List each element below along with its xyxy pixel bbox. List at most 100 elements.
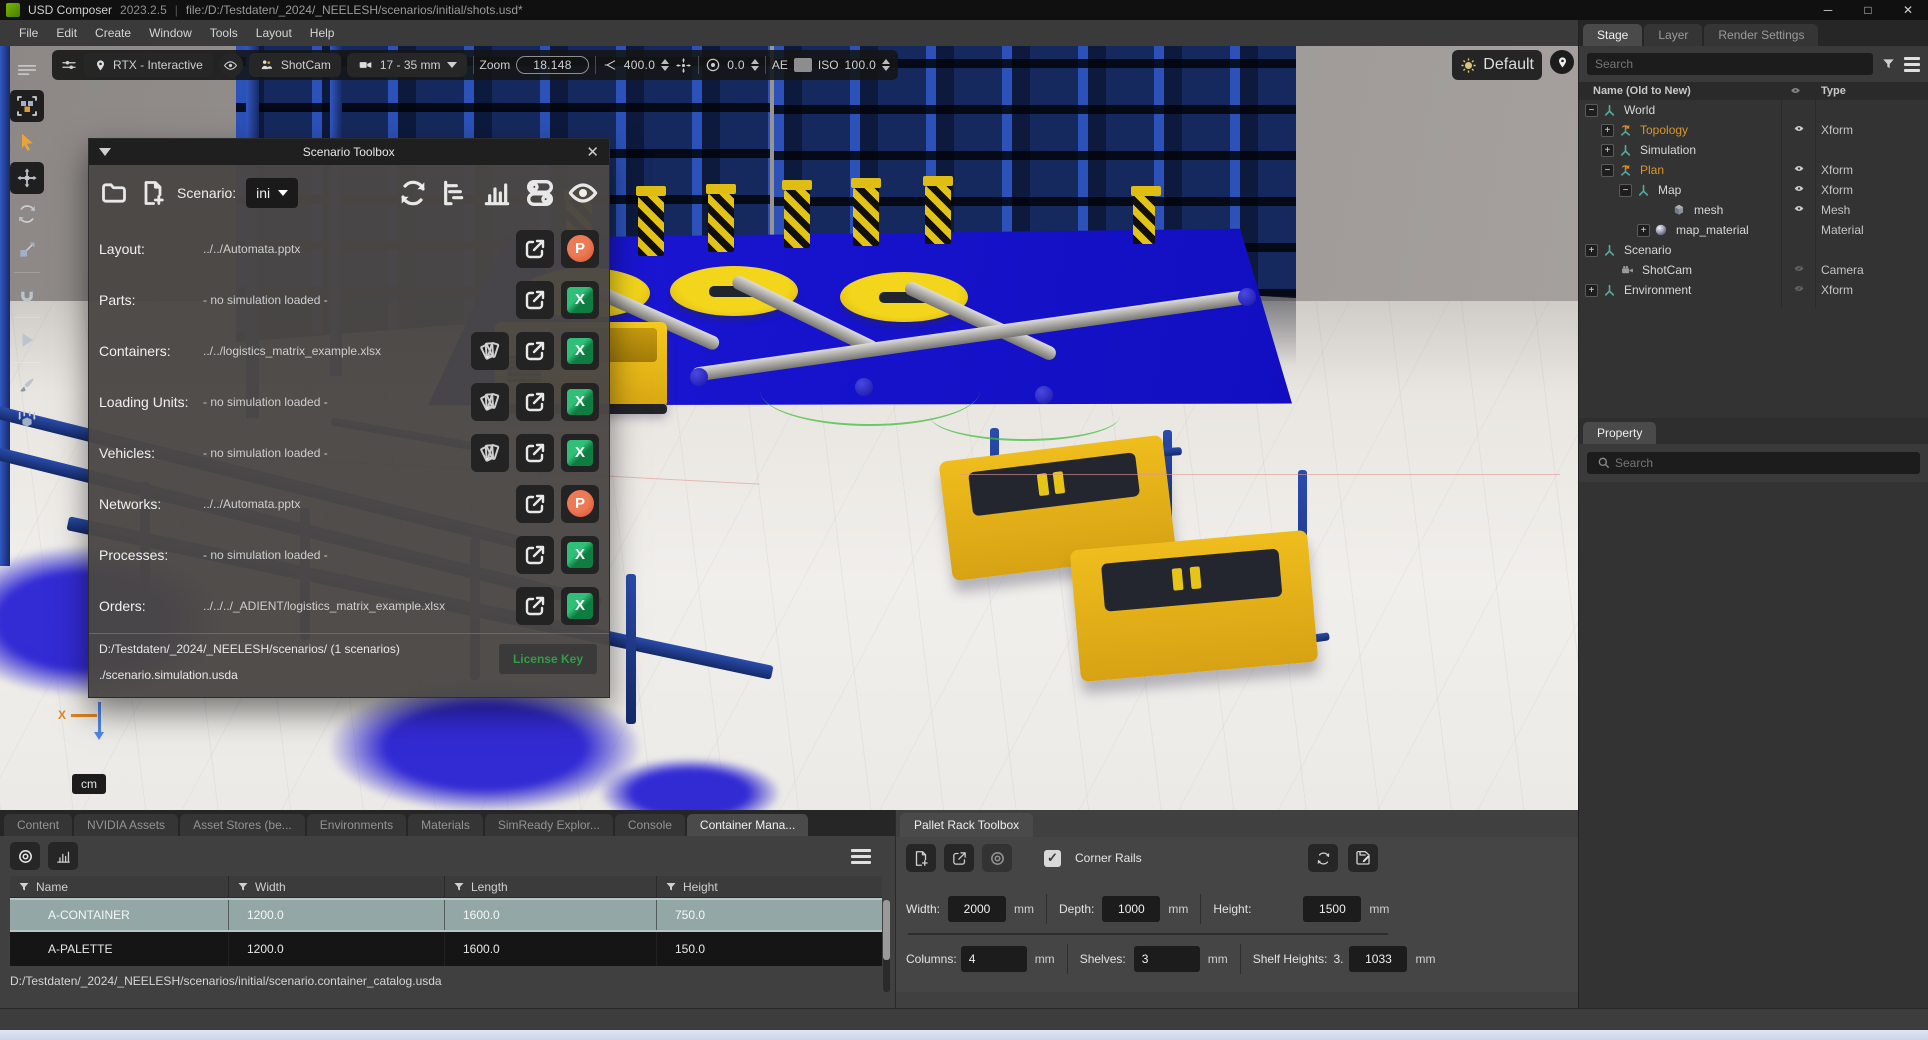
shutter-stepper[interactable]	[661, 59, 669, 71]
statistics-button[interactable]	[481, 177, 513, 209]
catalog-cards-button[interactable]	[471, 434, 509, 472]
viewport-menu-icon[interactable]	[10, 54, 44, 86]
tab-stage[interactable]: Stage	[1583, 24, 1642, 46]
open-external-button[interactable]	[516, 281, 554, 319]
focus-icon[interactable]	[675, 57, 692, 74]
camera-selector[interactable]: ShotCam	[249, 53, 341, 77]
iso-stepper[interactable]	[882, 59, 890, 71]
tree-row-topology[interactable]: + Topology Xform	[1579, 120, 1928, 140]
open-external-button[interactable]	[516, 434, 554, 472]
snap-tool[interactable]	[10, 279, 44, 311]
menu-edit[interactable]: Edit	[47, 26, 86, 40]
catalog-cards-button[interactable]	[471, 383, 509, 421]
menu-file[interactable]: File	[10, 26, 47, 40]
column-visibility-eye-icon[interactable]	[1789, 85, 1802, 99]
lens-selector[interactable]: 17 - 35 mm	[347, 53, 467, 77]
eye-visible-icon[interactable]	[1785, 203, 1813, 217]
columns-input[interactable]	[961, 946, 1027, 972]
viewport-pin-icon[interactable]	[1550, 50, 1574, 74]
tab-property[interactable]: Property	[1583, 422, 1656, 444]
open-external-button[interactable]	[516, 587, 554, 625]
header-height[interactable]: Height	[656, 876, 882, 897]
expander-icon[interactable]: −	[1601, 164, 1614, 177]
open-external-button[interactable]	[516, 332, 554, 370]
eye-visible-icon[interactable]	[1785, 163, 1813, 177]
table-scrollbar[interactable]	[883, 900, 890, 992]
tree-row-shotcam[interactable]: ShotCam Camera	[1579, 260, 1928, 280]
tab-container-manager[interactable]: Container Mana...	[687, 814, 808, 836]
close-icon[interactable]: ✕	[586, 143, 599, 161]
ae-toggle[interactable]	[794, 58, 812, 72]
minimize-button[interactable]: ─	[1808, 0, 1848, 20]
column-name[interactable]: Name (Old to New)	[1593, 85, 1691, 97]
menu-layout[interactable]: Layout	[247, 26, 301, 40]
table-row-a-container[interactable]: A-CONTAINER 1200.0 1600.0 750.0	[10, 898, 882, 932]
tab-console[interactable]: Console	[615, 814, 685, 836]
scale-tool[interactable]	[10, 234, 44, 266]
new-rack-button[interactable]	[906, 844, 936, 872]
tab-asset-stores[interactable]: Asset Stores (be...	[180, 814, 305, 836]
license-key-button[interactable]: License Key	[499, 644, 597, 674]
tree-row-mesh[interactable]: mesh Mesh	[1579, 200, 1928, 220]
visibility-target-icon[interactable]	[10, 842, 40, 870]
tab-materials[interactable]: Materials	[408, 814, 483, 836]
move-tool[interactable]	[10, 162, 44, 194]
depth-input[interactable]	[1102, 896, 1160, 922]
shutter-value[interactable]: 400.0	[624, 58, 656, 72]
expander-icon[interactable]: +	[1637, 224, 1650, 237]
expander-icon[interactable]: +	[1601, 144, 1614, 157]
tab-environments[interactable]: Environments	[307, 814, 406, 836]
select-mode-tool[interactable]	[10, 90, 44, 122]
maximize-button[interactable]: □	[1848, 0, 1888, 20]
property-search-input[interactable]	[1587, 452, 1920, 474]
expander-icon[interactable]: +	[1585, 244, 1598, 257]
tab-simready-explorer[interactable]: SimReady Explor...	[485, 814, 613, 836]
viewport-settings-icon[interactable]	[60, 56, 78, 74]
width-input[interactable]	[948, 896, 1006, 922]
menu-window[interactable]: Window	[140, 26, 201, 40]
paint-tool[interactable]	[10, 369, 44, 401]
menu-create[interactable]: Create	[86, 26, 140, 40]
statistics-icon[interactable]	[48, 842, 78, 870]
tree-row-simulation[interactable]: + Simulation	[1579, 140, 1928, 160]
eye-hidden-icon[interactable]	[1785, 263, 1813, 277]
save-edit-button[interactable]	[1348, 844, 1378, 872]
shelves-input[interactable]	[1134, 946, 1200, 972]
aperture-stepper[interactable]	[751, 59, 759, 71]
tree-row-map[interactable]: − Map Xform	[1579, 180, 1928, 200]
reload-scenario-button[interactable]	[397, 177, 429, 209]
excel-icon[interactable]: X	[561, 536, 599, 574]
tab-content[interactable]: Content	[4, 814, 72, 836]
visibility-button[interactable]	[567, 177, 599, 209]
catalog-cards-button[interactable]	[471, 332, 509, 370]
column-type[interactable]: Type	[1821, 85, 1846, 97]
open-external-button[interactable]	[516, 536, 554, 574]
scenario-toolbox-header[interactable]: Scenario Toolbox ✕	[89, 139, 609, 165]
powerpoint-icon[interactable]: P	[561, 230, 599, 268]
container-options-icon[interactable]	[851, 849, 871, 864]
expander-icon[interactable]: −	[1619, 184, 1632, 197]
eye-hidden-icon[interactable]	[1785, 283, 1813, 297]
open-external-button[interactable]	[516, 383, 554, 421]
tab-layer[interactable]: Layer	[1644, 24, 1702, 46]
expander-icon[interactable]: −	[1585, 104, 1598, 117]
open-external-button[interactable]	[516, 485, 554, 523]
tab-nvidia-assets[interactable]: NVIDIA Assets	[74, 814, 178, 836]
powerpoint-icon[interactable]: P	[561, 485, 599, 523]
aperture-value[interactable]: 0.0	[727, 58, 745, 72]
preview-target-icon[interactable]	[982, 844, 1012, 872]
hierarchy-view-button[interactable]	[439, 177, 471, 209]
export-rack-button[interactable]	[944, 844, 974, 872]
open-external-button[interactable]	[516, 230, 554, 268]
select-tool[interactable]	[10, 126, 44, 158]
stage-options-icon[interactable]	[1904, 57, 1920, 72]
menu-help[interactable]: Help	[301, 26, 344, 40]
eye-visible-icon[interactable]	[1785, 123, 1813, 137]
scenario-select[interactable]: ini	[246, 178, 298, 208]
tab-pallet-rack-toolbox[interactable]: Pallet Rack Toolbox	[900, 813, 1033, 837]
tree-row-world[interactable]: − World	[1579, 100, 1928, 120]
viewport-3d[interactable]: RTX - Interactive ShotCam 17 - 35 mm Zoo…	[0, 46, 1578, 810]
tree-row-plan[interactable]: − Plan Xform	[1579, 160, 1928, 180]
excel-icon[interactable]: X	[561, 332, 599, 370]
header-length[interactable]: Length	[444, 876, 656, 897]
